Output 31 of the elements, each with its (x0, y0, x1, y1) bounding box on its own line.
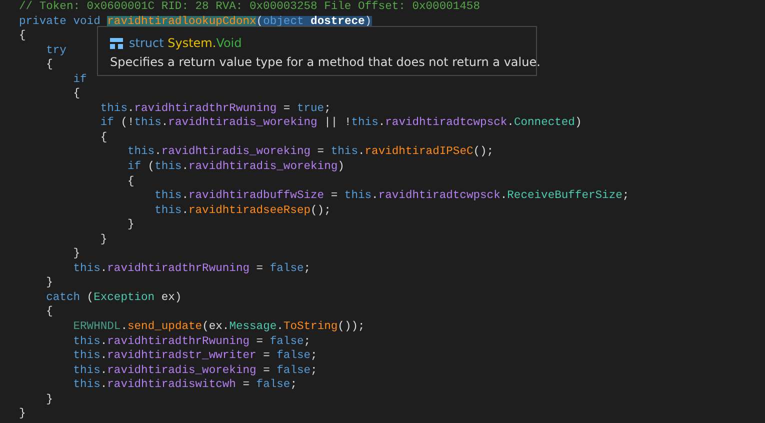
code-line: ERWHNDL.send_update(ex.Message.ToString()); (72, 320, 365, 335)
code-line: this.ravidhtiradseeRsep(); (154, 204, 331, 218)
code-line: } (45, 392, 53, 408)
code-line: this.ravidhtiradis_woreking = this.ravidhtiradIPSeC(); (126, 145, 494, 160)
code-line: { (45, 305, 53, 320)
code-line: } (126, 218, 134, 233)
code-line: if (72, 72, 87, 88)
code-line: { (99, 130, 108, 146)
code-line: if (!this.ravidhtiradis_woreking || !this.ravidhtiradtcwpsck.Connected) (99, 116, 582, 131)
code-line: this.ravidhtiradthrRwuning = true; (99, 102, 331, 116)
code-line: // Token: 0x0600001C RID: 28 RVA: 0x00003258 File Offset: 0x00001458 (19, 0, 480, 15)
code-line: this.ravidhtiradthrRwuning = false; (72, 334, 311, 350)
code-line: this.ravidhtiradstr_wwriter = false; (72, 349, 318, 364)
code-line: catch (Exception ex) (45, 290, 182, 306)
code-line: if (this.ravidhtiradis_woreking) (126, 160, 344, 175)
code-line: { (126, 174, 134, 190)
struct-icon (110, 38, 123, 48)
code-line: this.ravidhtiradbuffwSize = this.ravidhtiradtcwpsck.ReceiveBufferSize; (154, 189, 630, 204)
code-line: this.ravidhtiradthrRwuning = false; (72, 262, 311, 276)
code-line: } (45, 276, 53, 291)
code-line: } (72, 247, 80, 262)
code-line: { (72, 87, 80, 102)
type-description: Specifies a return value type for a method that does not return a value. (110, 55, 540, 69)
code-line: this.ravidhtiradis_woreking = false; (72, 364, 318, 378)
type-signature: struct System.Void (129, 36, 242, 50)
code-line: this.ravidhtiradiswitcwh = false; (72, 378, 297, 393)
code-line: try (45, 44, 66, 58)
code-line: { (45, 58, 53, 73)
code-line: { (19, 29, 26, 44)
code-line: } (99, 232, 108, 248)
code-line: } (19, 407, 26, 422)
